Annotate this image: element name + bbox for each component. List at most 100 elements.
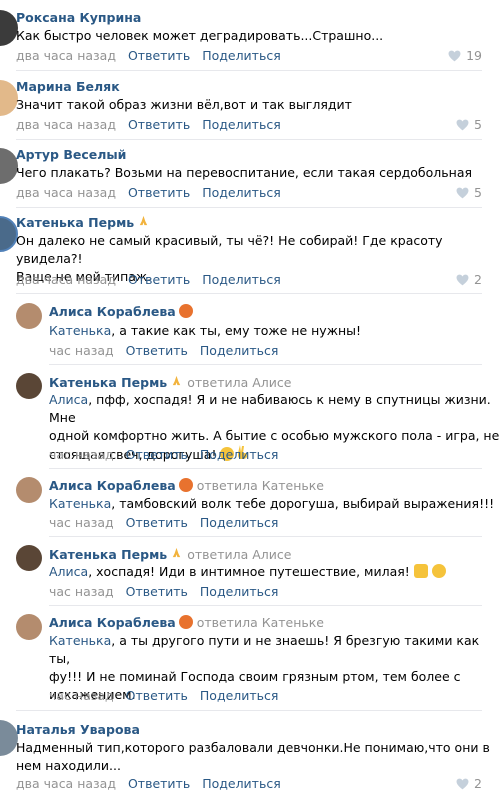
divider bbox=[49, 468, 482, 469]
reply-time[interactable]: час назад bbox=[49, 688, 114, 703]
like-count: 2 bbox=[474, 776, 482, 791]
comment-time[interactable]: два часа назад bbox=[16, 272, 116, 287]
share-link[interactable]: Поделиться bbox=[202, 272, 281, 287]
folded-hands-icon bbox=[170, 374, 183, 390]
author-name[interactable]: Катенька Пермь bbox=[49, 547, 167, 562]
mention-link[interactable]: Катенька bbox=[49, 633, 111, 648]
share-link[interactable]: Поделиться bbox=[200, 447, 279, 462]
reply-link[interactable]: Ответить bbox=[128, 272, 190, 287]
divider bbox=[49, 605, 482, 606]
like-button[interactable]: 19 bbox=[448, 48, 482, 63]
heart-icon bbox=[456, 187, 469, 198]
author-name[interactable]: Катенька Пермь bbox=[49, 375, 167, 390]
answered-to[interactable]: ответила Катеньке bbox=[197, 615, 324, 630]
reply-author[interactable]: Алиса Кораблева ответила Катеньке bbox=[49, 478, 324, 493]
comment-author[interactable]: Марина Беляк bbox=[16, 79, 120, 94]
heart-icon bbox=[448, 50, 461, 61]
reply-link[interactable]: Ответить bbox=[128, 776, 190, 791]
reply-link[interactable]: Ответить bbox=[126, 343, 188, 358]
avatar[interactable] bbox=[16, 614, 42, 640]
share-link[interactable]: Поделиться bbox=[202, 776, 281, 791]
answered-to[interactable]: ответила Алисе bbox=[187, 547, 291, 562]
reply-time[interactable]: час назад bbox=[49, 515, 114, 530]
comment-time[interactable]: два часа назад bbox=[16, 117, 116, 132]
angry-face-icon bbox=[178, 304, 193, 319]
comment-author[interactable]: Катенька Пермь bbox=[16, 214, 150, 230]
reply-author[interactable]: Алиса Кораблева ответила Катеньке bbox=[49, 615, 324, 630]
comment-author[interactable]: Наталья Уварова bbox=[16, 722, 140, 737]
reply-time[interactable]: час назад bbox=[49, 447, 114, 462]
share-link[interactable]: Поделиться bbox=[200, 584, 279, 599]
heart-icon bbox=[456, 119, 469, 130]
mention-link[interactable]: Алиса bbox=[49, 564, 88, 579]
mention-link[interactable]: Катенька bbox=[49, 496, 111, 511]
comment-meta: два часа назад Ответить Поделиться bbox=[16, 272, 281, 287]
comment-meta: два часа назад Ответить Поделиться bbox=[16, 48, 281, 63]
reply-time[interactable]: час назад bbox=[49, 343, 114, 358]
like-count: 5 bbox=[474, 117, 482, 132]
answered-to[interactable]: ответила Катеньке bbox=[197, 478, 324, 493]
divider bbox=[16, 710, 482, 711]
comment-text: Чего плакать? Возьми на перевоспитание, … bbox=[16, 165, 472, 180]
like-count: 5 bbox=[474, 185, 482, 200]
author-name[interactable]: Алиса Кораблева bbox=[49, 478, 176, 493]
reply-author[interactable]: Катенька Пермь ответила Алисе bbox=[49, 374, 291, 390]
comment-text: Надменный тип,которого разбаловали девчо… bbox=[16, 739, 490, 775]
reply-author[interactable]: Катенька Пермь ответила Алисе bbox=[49, 546, 291, 562]
author-name[interactable]: Катенька Пермь bbox=[16, 215, 134, 230]
comment-text-line: Он далеко не самый красивый, ты чё?! Не … bbox=[16, 233, 443, 266]
author-name[interactable]: Алиса Кораблева bbox=[49, 304, 176, 319]
share-link[interactable]: Поделиться bbox=[200, 343, 279, 358]
answered-to[interactable]: ответила Алисе bbox=[187, 375, 291, 390]
comment-text: Значит такой образ жизни вёл,вот и так в… bbox=[16, 97, 352, 112]
reply-text-line: Катенька, а ты другого пути и не знаешь!… bbox=[49, 633, 480, 666]
share-link[interactable]: Поделиться bbox=[202, 185, 281, 200]
share-link[interactable]: Поделиться bbox=[200, 688, 279, 703]
divider bbox=[16, 207, 482, 208]
share-link[interactable]: Поделиться bbox=[202, 117, 281, 132]
reply-meta: час назад Ответить Поделиться bbox=[49, 584, 278, 599]
ok-hand-icon bbox=[413, 564, 428, 578]
like-button[interactable]: 5 bbox=[456, 185, 482, 200]
share-link[interactable]: Поделиться bbox=[202, 48, 281, 63]
reply-link[interactable]: Ответить bbox=[126, 447, 188, 462]
reply-link[interactable]: Ответить bbox=[126, 584, 188, 599]
reply-link[interactable]: Ответить bbox=[128, 48, 190, 63]
reply-link[interactable]: Ответить bbox=[128, 117, 190, 132]
avatar[interactable] bbox=[16, 545, 42, 571]
comment-time[interactable]: два часа назад bbox=[16, 185, 116, 200]
author-name[interactable]: Алиса Кораблева bbox=[49, 615, 176, 630]
reply-meta: час назад Ответить Поделиться bbox=[49, 515, 278, 530]
mention-link[interactable]: Алиса bbox=[49, 392, 88, 407]
like-button[interactable]: 2 bbox=[456, 776, 482, 791]
divider bbox=[49, 536, 482, 537]
avatar[interactable] bbox=[16, 303, 42, 329]
divider bbox=[16, 293, 482, 294]
avatar[interactable] bbox=[16, 373, 42, 399]
comment-text: Как быстро человек может деградировать..… bbox=[16, 28, 384, 43]
reply-link[interactable]: Ответить bbox=[128, 185, 190, 200]
reply-meta: час назад Ответить Поделиться bbox=[49, 343, 278, 358]
share-link[interactable]: Поделиться bbox=[200, 515, 279, 530]
reply-link[interactable]: Ответить bbox=[126, 688, 188, 703]
avatar[interactable] bbox=[16, 477, 42, 503]
divider bbox=[16, 70, 482, 71]
like-count: 19 bbox=[466, 48, 482, 63]
heart-icon bbox=[456, 274, 469, 285]
reply-link[interactable]: Ответить bbox=[126, 515, 188, 530]
mention-link[interactable]: Катенька bbox=[49, 323, 111, 338]
reply-time[interactable]: час назад bbox=[49, 584, 114, 599]
reply-text: Катенька, а такие как ты, ему тоже не ну… bbox=[49, 322, 361, 340]
reply-text-line: фу!!! И не поминай Господа своим грязным… bbox=[49, 669, 461, 684]
reply-text-line: Алиса, пфф, хоспадя! Я и не набиваюсь к … bbox=[49, 392, 491, 425]
like-button[interactable]: 5 bbox=[456, 117, 482, 132]
comment-author[interactable]: Роксана Куприна bbox=[16, 10, 141, 25]
like-button[interactable]: 2 bbox=[456, 272, 482, 287]
reply-author[interactable]: Алиса Кораблева bbox=[49, 304, 193, 319]
comment-author[interactable]: Артур Веселый bbox=[16, 147, 126, 162]
comment-time[interactable]: два часа назад bbox=[16, 776, 116, 791]
reply-text: Катенька, тамбовский волк тебе дорогуша,… bbox=[49, 496, 495, 511]
folded-hands-icon bbox=[137, 214, 150, 230]
reply-meta: час назад Ответить Поделиться bbox=[49, 447, 278, 462]
comment-time[interactable]: два часа назад bbox=[16, 48, 116, 63]
